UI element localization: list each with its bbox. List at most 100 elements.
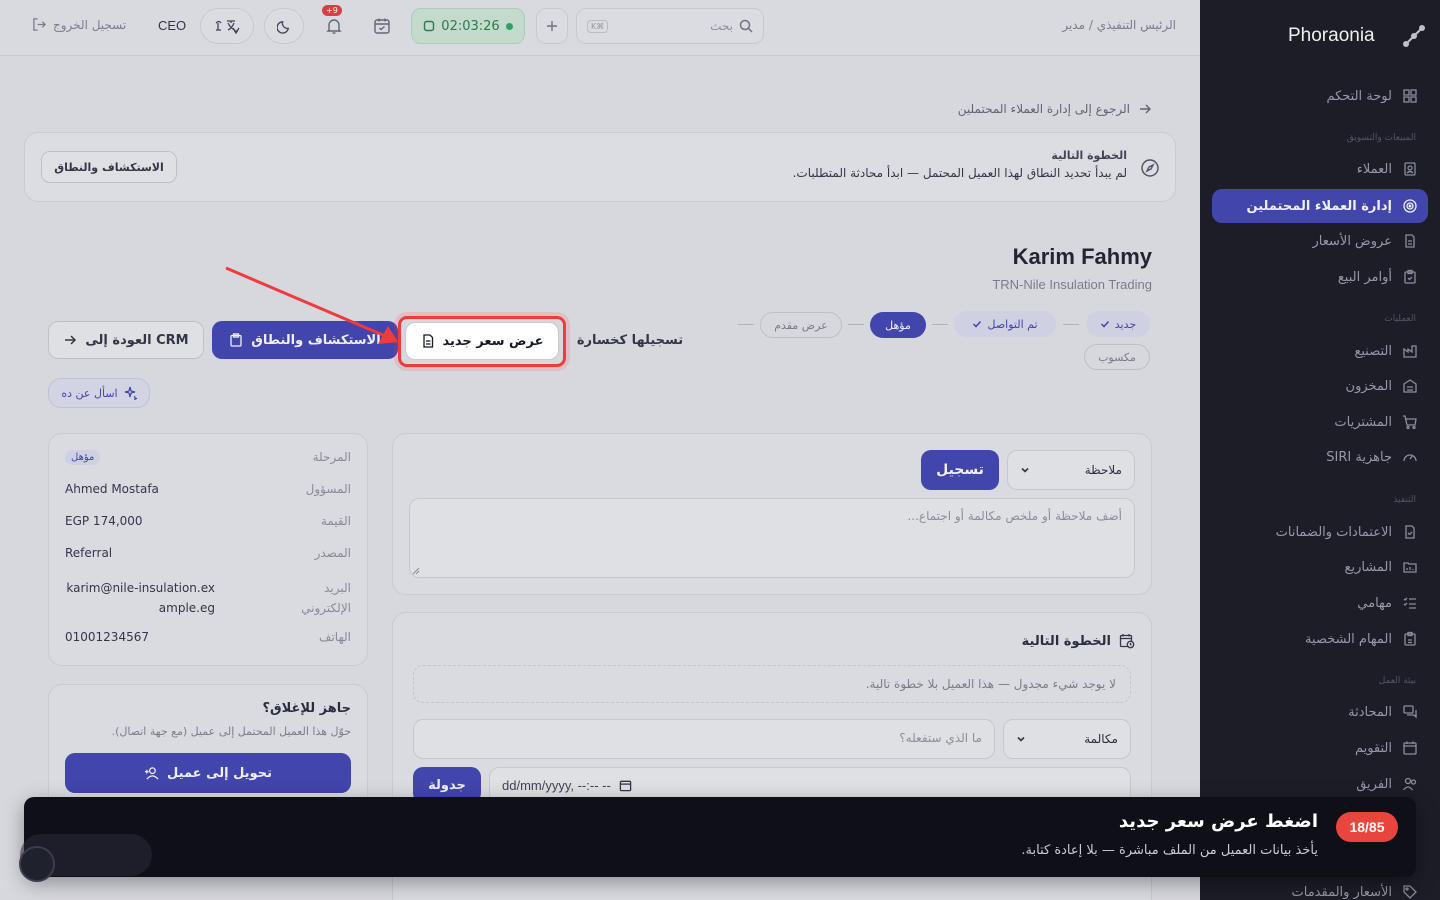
sparkles-icon <box>124 386 137 400</box>
next-step-banner-text: لم يبدأ تحديد النطاق لهذا العميل المحتمل… <box>792 166 1127 180</box>
brand[interactable]: Phoraonia <box>1288 20 1428 52</box>
stage-connector <box>738 324 754 325</box>
notifications-button[interactable]: +9 <box>314 5 354 44</box>
language-toggle[interactable] <box>200 8 254 44</box>
schedule-label: جدولة <box>428 777 466 793</box>
user-plus-icon <box>144 766 159 780</box>
banner-discovery-button[interactable]: الاستكشاف والنطاق <box>41 151 177 183</box>
activity-type-select[interactable]: ملاحظة <box>1007 450 1135 490</box>
sidebar-item-customers[interactable]: العملاء <box>1212 152 1428 186</box>
sidebar-item-pricing[interactable]: الأسعار والمقدمات <box>1212 875 1428 900</box>
tour-step-counter: 18/85 <box>1336 812 1398 842</box>
log-activity-button[interactable]: تسجيل <box>921 450 999 490</box>
sidebar-item-quotes[interactable]: عروض الأسعار <box>1212 224 1428 258</box>
sidebar-item-label: المحادثة <box>1348 704 1392 720</box>
top-bar: الرئيس التنفيذي / مدير K⌘ بحث 02:03:26 +… <box>0 0 1200 56</box>
stage-label: جديد <box>1114 317 1137 331</box>
stage-connector <box>848 324 864 325</box>
banner-discovery-label: الاستكشاف والنطاق <box>54 160 164 174</box>
time-tracker[interactable]: 02:03:26 <box>411 8 525 44</box>
activity-type-value: ملاحظة <box>1084 463 1122 477</box>
sidebar-item-team[interactable]: الفريق <box>1212 767 1428 801</box>
clipboard-icon <box>1404 631 1416 646</box>
sidebar-section-workspace: بيئة العمل <box>1378 676 1416 686</box>
sidebar-item-credentials[interactable]: الاعتمادات والضمانات <box>1212 515 1428 549</box>
sidebar-item-dashboard[interactable]: لوحة التحكم <box>1212 79 1428 113</box>
brand-name: Phoraonia <box>1288 25 1375 46</box>
field-value: 01001234567 <box>65 630 149 644</box>
sidebar-item-siri[interactable]: جاهزية SIRI <box>1212 440 1428 474</box>
sidebar-item-label: أوامر البيع <box>1337 269 1392 285</box>
calendar-picker-icon[interactable] <box>619 779 632 792</box>
detail-phone: الهاتف 01001234567 <box>65 630 351 644</box>
sidebar-item-manufacturing[interactable]: التصنيع <box>1212 334 1428 368</box>
sidebar-item-label: العملاء <box>1356 161 1392 177</box>
back-to-crm-label: العودة إلى CRM <box>85 332 189 348</box>
stage-quoted[interactable]: عرض مقدم <box>760 312 842 338</box>
cart-icon <box>1403 415 1417 430</box>
calendar-clock-icon <box>1119 634 1135 649</box>
stage-qualified[interactable]: مؤهل <box>870 312 926 338</box>
stage-won[interactable]: مكسوب <box>1084 344 1150 370</box>
sidebar-item-my-tasks[interactable]: مهامي <box>1212 586 1428 620</box>
back-to-crm-button[interactable]: العودة إلى CRM <box>48 321 204 359</box>
bell-icon <box>326 19 342 34</box>
chevron-down-icon <box>1017 736 1025 742</box>
stage-label: مؤهل <box>885 318 911 332</box>
sidebar-item-inventory[interactable]: المخزون <box>1212 369 1428 403</box>
sidebar-item-personal-tasks[interactable]: المهام الشخصية <box>1212 622 1428 656</box>
file-check-icon <box>1405 525 1415 539</box>
sidebar-item-leads[interactable]: إدارة العملاء المحتملين <box>1212 189 1428 223</box>
add-button[interactable] <box>536 8 568 44</box>
sidebar-item-label: المهام الشخصية <box>1305 631 1392 647</box>
team-icon <box>1402 777 1417 791</box>
sidebar-item-purchasing[interactable]: المشتريات <box>1212 405 1428 439</box>
search-box[interactable]: K⌘ بحث <box>576 8 764 44</box>
field-value: Ahmed Mostafa <box>65 482 159 496</box>
log-activity-label: تسجيل <box>936 462 984 478</box>
tour-pointer-arrow <box>225 266 398 344</box>
sidebar-section-sales: المبيعات والتسويق <box>1346 133 1416 143</box>
next-step-empty: لا يوجد شيء مجدول — هذا العميل بلا خطوة … <box>413 665 1131 703</box>
moon-icon <box>276 20 289 34</box>
back-link-label: الرجوع إلى إدارة العملاء المحتملين <box>957 102 1130 116</box>
field-value: Referral <box>65 546 113 560</box>
logout-button[interactable]: تسجيل الخروج <box>32 17 126 32</box>
back-to-leads-link[interactable]: الرجوع إلى إدارة العملاء المحتملين <box>900 102 1152 116</box>
sidebar-item-label: الاعتمادات والضمانات <box>1275 524 1392 540</box>
field-label: القيمة <box>320 514 351 528</box>
sidebar-item-chat[interactable]: المحادثة <box>1212 695 1428 729</box>
stage-new[interactable]: جديد <box>1086 311 1150 337</box>
next-step-type-select[interactable]: مكالمة <box>1003 719 1131 759</box>
notification-count: +9 <box>322 5 342 16</box>
next-step-type-value: مكالمة <box>1084 732 1118 746</box>
ask-about-this-button[interactable]: اسأل عن ده <box>48 378 150 408</box>
help-avatar[interactable] <box>19 846 55 882</box>
ask-label: اسأل عن ده <box>61 386 118 400</box>
resize-handle-icon[interactable] <box>412 567 420 575</box>
gauge-icon <box>1403 454 1417 462</box>
sidebar-item-sales-orders[interactable]: أوامر البيع <box>1212 260 1428 294</box>
user-menu[interactable]: CEO <box>158 18 186 33</box>
ready-to-close-text: حوّل هذا العميل المحتمل إلى عميل (مع جهة… <box>111 725 351 738</box>
new-quote-button[interactable]: عرض سعر جديد <box>405 322 559 360</box>
field-label: المرحلة <box>312 450 351 464</box>
lead-name: Karim Fahmy <box>1012 244 1152 269</box>
detail-email: البريد الإلكتروني karim@nile-insulation.… <box>65 578 351 618</box>
document-icon <box>422 334 433 348</box>
next-step-title-input[interactable]: ما الذي ستفعله؟ <box>413 719 995 759</box>
note-textarea[interactable]: أضف ملاحظة أو ملخص مكالمة أو اجتماع... <box>409 498 1135 578</box>
sidebar-item-calendar[interactable]: التقويم <box>1212 731 1428 765</box>
sidebar-section-operations: العمليات <box>1384 314 1416 324</box>
translate-icon <box>215 20 240 34</box>
mark-as-lost-button[interactable]: تسجيلها كخسارة <box>575 321 685 359</box>
chevron-down-icon <box>1021 467 1029 473</box>
search-shortcut: K⌘ <box>587 19 609 33</box>
convert-to-customer-button[interactable]: تحويل إلى عميل <box>65 753 351 793</box>
field-value[interactable]: karim@nile-insulation.example.eg <box>65 578 215 618</box>
calendar-button[interactable] <box>362 8 402 44</box>
theme-toggle[interactable] <box>264 8 304 44</box>
document-icon <box>1405 234 1415 248</box>
stage-contacted[interactable]: تم التواصل <box>954 311 1056 337</box>
sidebar-item-projects[interactable]: المشاريع <box>1212 550 1428 584</box>
